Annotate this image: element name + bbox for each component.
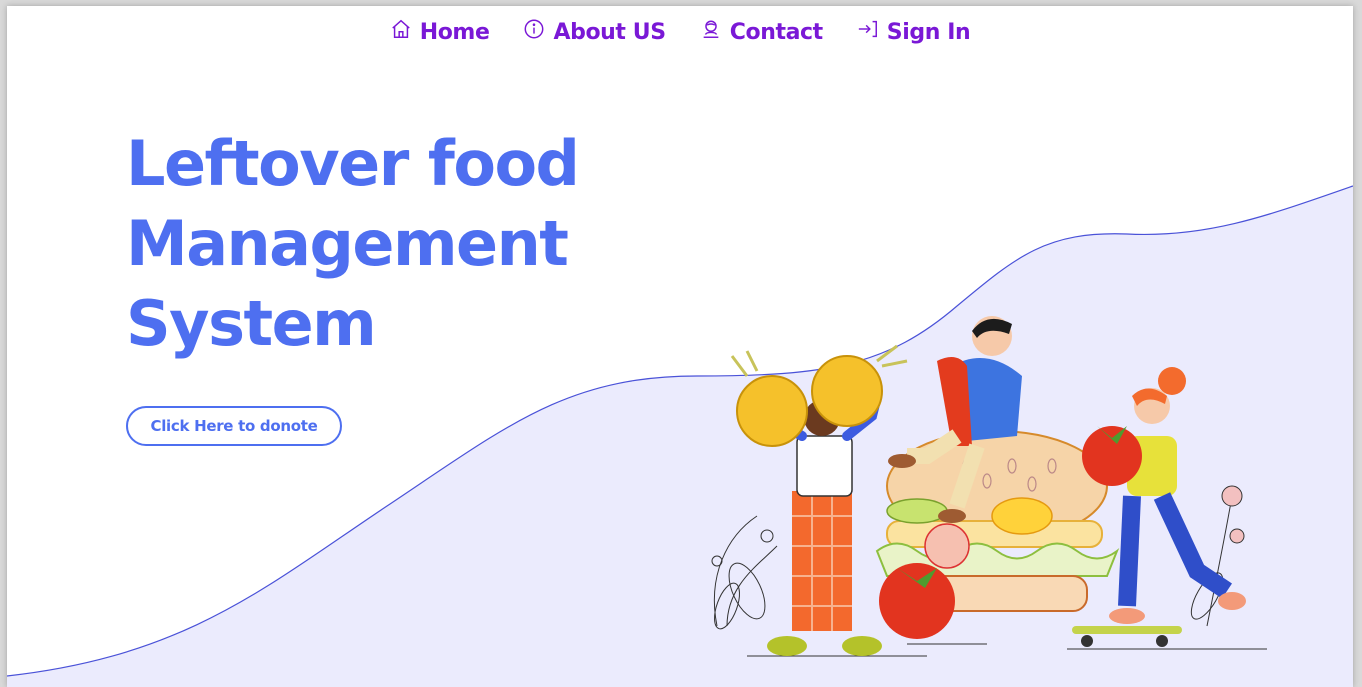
nav-about-label: About US bbox=[553, 19, 666, 45]
nav-home[interactable]: Home bbox=[390, 18, 490, 46]
title-line-1: Leftover food bbox=[126, 127, 580, 200]
page-frame: Home About US Contact Sign In Leftover f… bbox=[7, 6, 1353, 687]
nav-sign-in[interactable]: Sign In bbox=[857, 18, 971, 46]
plant-left bbox=[711, 515, 778, 630]
sign-in-icon bbox=[857, 18, 879, 46]
top-nav: Home About US Contact Sign In bbox=[7, 18, 1353, 46]
nav-contact-label: Contact bbox=[729, 19, 823, 45]
page-title: Leftover food Management System bbox=[126, 124, 686, 364]
food-people-illustration bbox=[711, 316, 1267, 657]
donate-button[interactable]: Click Here to donote bbox=[126, 406, 342, 446]
ground-lines bbox=[747, 643, 1267, 657]
nav-home-label: Home bbox=[419, 19, 490, 45]
tomato-bottom bbox=[879, 563, 955, 639]
nav-contact[interactable]: Contact bbox=[700, 18, 823, 46]
contact-icon bbox=[700, 18, 722, 46]
home-icon bbox=[390, 18, 412, 46]
title-line-2: Management bbox=[126, 207, 569, 280]
title-line-3: System bbox=[126, 287, 377, 360]
nav-about[interactable]: About US bbox=[523, 18, 666, 46]
nav-sign-in-label: Sign In bbox=[886, 19, 971, 45]
info-icon bbox=[523, 18, 545, 46]
